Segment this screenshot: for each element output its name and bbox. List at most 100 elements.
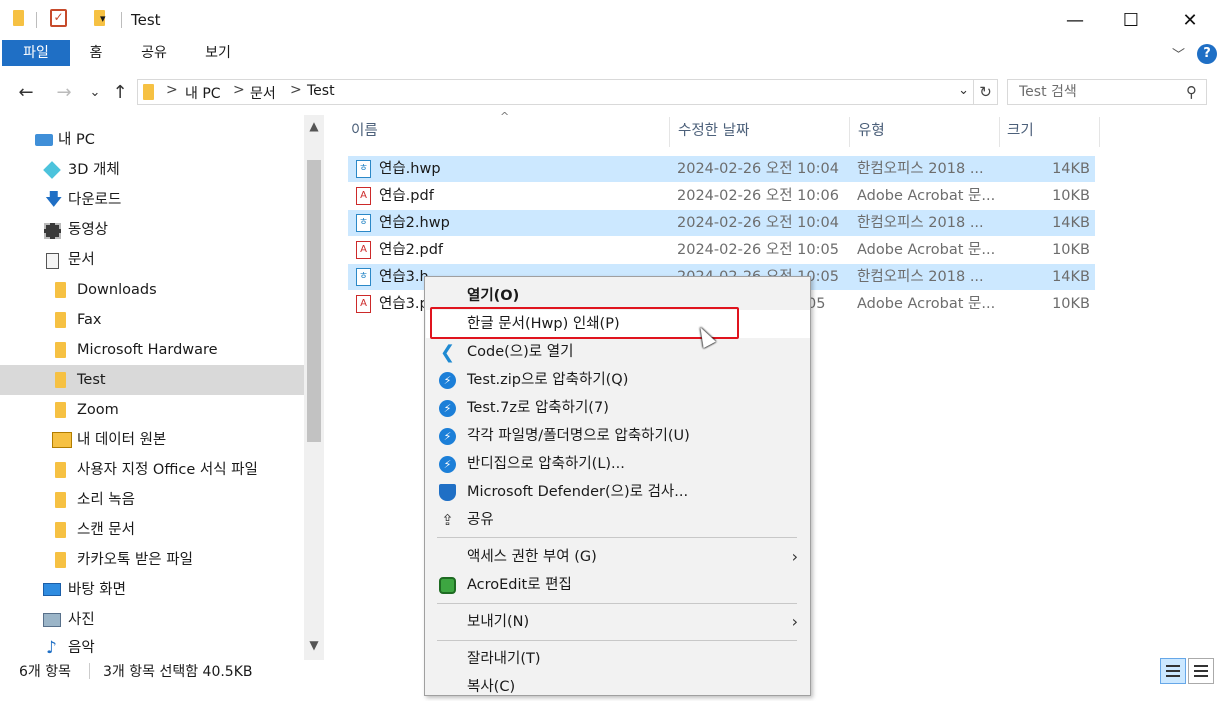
- tab-view[interactable]: 보기: [196, 40, 240, 66]
- scroll-up-icon[interactable]: ▲: [304, 119, 324, 133]
- search-input[interactable]: [1017, 83, 1177, 101]
- file-name[interactable]: 연습3.h: [379, 264, 429, 290]
- tab-file[interactable]: 파일: [2, 40, 70, 66]
- defender-shield-icon: [439, 484, 456, 501]
- column-divider[interactable]: [669, 117, 670, 147]
- details-view-button[interactable]: [1160, 658, 1186, 684]
- nav-item-3d-objects[interactable]: 3D 개체: [0, 155, 304, 185]
- file-row[interactable]: A 연습2.pdf 2024-02-26 오전 10:05 Adobe Acro…: [348, 237, 1095, 263]
- breadcrumb-separator[interactable]: >: [166, 82, 178, 98]
- large-icons-view-button[interactable]: [1188, 658, 1214, 684]
- desktop-icon: [43, 583, 61, 596]
- scrollbar-thumb[interactable]: [307, 160, 321, 442]
- nav-item-videos[interactable]: 동영상: [0, 215, 304, 245]
- recent-locations-button[interactable]: ⌄: [88, 80, 102, 106]
- up-button[interactable]: ↑: [108, 80, 132, 106]
- folder-icon: [55, 372, 66, 388]
- menu-item-compress-7z[interactable]: ⚡ Test.7z로 압축하기(7): [426, 394, 810, 422]
- nav-item-microsoft-hardware[interactable]: Microsoft Hardware: [0, 335, 304, 365]
- menu-item-send-to[interactable]: 보내기(N) ›: [426, 608, 810, 636]
- nav-item-kakaotalk-files[interactable]: 카카오톡 받은 파일: [0, 545, 304, 575]
- menu-item-cut[interactable]: 잘라내기(T): [426, 645, 810, 673]
- folder-icon: [55, 522, 66, 538]
- maximize-button[interactable]: ☐: [1102, 0, 1160, 40]
- nav-item-downloads-folder[interactable]: Downloads: [0, 275, 304, 305]
- file-name[interactable]: 연습2.hwp: [379, 210, 450, 236]
- menu-item-open[interactable]: 열기(O): [426, 282, 810, 310]
- nav-item-zoom[interactable]: Zoom: [0, 395, 304, 425]
- breadcrumb-separator[interactable]: >: [290, 82, 302, 98]
- pictures-icon: [43, 613, 61, 627]
- item-count: 6개 항목: [19, 664, 71, 680]
- file-size: 14KB: [1052, 269, 1090, 285]
- file-row[interactable]: ㅎ 연습2.hwp 2024-02-26 오전 10:04 한컴오피스 2018…: [348, 210, 1095, 236]
- pdf-file-icon: A: [356, 241, 371, 259]
- column-divider[interactable]: [849, 117, 850, 147]
- menu-item-acroedit[interactable]: AcroEdit로 편집: [426, 571, 810, 599]
- forward-button[interactable]: →: [52, 80, 76, 106]
- column-header-name[interactable]: 이름: [351, 115, 661, 147]
- file-date: 2024-02-26 오전 10:04: [677, 215, 839, 231]
- file-name[interactable]: 연습3.p: [379, 291, 429, 317]
- search-box[interactable]: ⚲: [1007, 79, 1207, 105]
- back-button[interactable]: ←: [14, 80, 38, 106]
- nav-item-music[interactable]: ♪ 음악: [0, 633, 304, 655]
- nav-item-fax[interactable]: Fax: [0, 305, 304, 335]
- close-button[interactable]: ✕: [1161, 0, 1219, 40]
- address-dropdown-icon[interactable]: ⌄: [958, 83, 969, 98]
- column-divider[interactable]: [1099, 117, 1100, 147]
- ribbon-expand-icon[interactable]: ﹀: [1172, 44, 1185, 63]
- refresh-button[interactable]: ↻: [974, 79, 998, 105]
- bandizip-icon: ⚡: [439, 456, 456, 473]
- tab-home[interactable]: 홈: [80, 40, 112, 66]
- column-divider[interactable]: [999, 117, 1000, 147]
- address-bar[interactable]: > 내 PC > 문서 > Test ⌄: [137, 79, 974, 105]
- nav-item-pictures[interactable]: 사진: [0, 605, 304, 635]
- file-row[interactable]: A 연습.pdf 2024-02-26 오전 10:06 Adobe Acrob…: [348, 183, 1095, 209]
- minimize-button[interactable]: —: [1046, 0, 1104, 40]
- nav-item-sound-recordings[interactable]: 소리 녹음: [0, 485, 304, 515]
- nav-item-desktop[interactable]: 바탕 화면: [0, 575, 304, 605]
- folder-icon: [55, 402, 66, 418]
- breadcrumb-documents[interactable]: 문서: [250, 83, 276, 103]
- share-icon: ⇪: [441, 511, 454, 529]
- music-icon: ♪: [46, 638, 57, 655]
- file-name[interactable]: 연습.hwp: [379, 156, 441, 182]
- menu-item-give-access[interactable]: 액세스 권한 부여 (G) ›: [426, 543, 810, 571]
- file-name[interactable]: 연습2.pdf: [379, 237, 443, 263]
- menu-separator: [437, 640, 797, 641]
- acroedit-icon: [439, 577, 456, 594]
- menu-item-defender-scan[interactable]: Microsoft Defender(으)로 검사...: [426, 478, 810, 506]
- breadcrumb-separator[interactable]: >: [233, 82, 245, 98]
- file-name[interactable]: 연습.pdf: [379, 183, 434, 209]
- nav-item-office-templates[interactable]: 사용자 지정 Office 서식 파일: [0, 455, 304, 485]
- pc-icon: [35, 134, 53, 146]
- tab-share[interactable]: 공유: [132, 40, 176, 66]
- nav-item-documents[interactable]: 문서: [0, 245, 304, 275]
- breadcrumb-test[interactable]: Test: [307, 83, 335, 99]
- menu-item-compress-each[interactable]: ⚡ 각각 파일명/폴더명으로 압축하기(U): [426, 422, 810, 450]
- nav-item-my-data-sources[interactable]: 내 데이터 원본: [0, 425, 304, 455]
- search-icon[interactable]: ⚲: [1186, 83, 1197, 101]
- nav-item-my-pc[interactable]: 내 PC: [0, 125, 304, 155]
- menu-item-bandizip[interactable]: ⚡ 반디집으로 압축하기(L)...: [426, 450, 810, 478]
- customize-toolbar-icon[interactable]: ▾: [100, 12, 106, 25]
- nav-item-downloads[interactable]: 🡇 다운로드: [0, 185, 304, 215]
- menu-item-copy[interactable]: 복사(C): [426, 673, 810, 701]
- properties-icon[interactable]: ✓: [50, 9, 67, 27]
- breadcrumb-my-pc[interactable]: 내 PC: [185, 83, 221, 103]
- menu-item-compress-zip[interactable]: ⚡ Test.zip으로 압축하기(Q): [426, 366, 810, 394]
- bandizip-icon: ⚡: [439, 428, 456, 445]
- menu-item-open-with-code[interactable]: ❮ Code(으)로 열기: [426, 338, 810, 366]
- nav-item-scanned-documents[interactable]: 스캔 문서: [0, 515, 304, 545]
- help-icon[interactable]: ?: [1197, 44, 1217, 64]
- navigation-scrollbar[interactable]: ▲ ▼: [304, 115, 324, 660]
- file-row[interactable]: ㅎ 연습.hwp 2024-02-26 오전 10:04 한컴오피스 2018 …: [348, 156, 1095, 182]
- column-header-type[interactable]: 유형: [858, 115, 988, 147]
- scroll-down-icon[interactable]: ▼: [304, 638, 324, 652]
- nav-item-test[interactable]: Test: [0, 365, 304, 395]
- column-header-size[interactable]: 크기: [1007, 115, 1087, 147]
- menu-item-share[interactable]: ⇪ 공유: [426, 506, 810, 534]
- context-menu: 열기(O) 한글 문서(Hwp) 인쇄(P) ❮ Code(으)로 열기 ⚡ T…: [424, 276, 811, 696]
- column-header-date[interactable]: 수정한 날짜: [678, 115, 838, 147]
